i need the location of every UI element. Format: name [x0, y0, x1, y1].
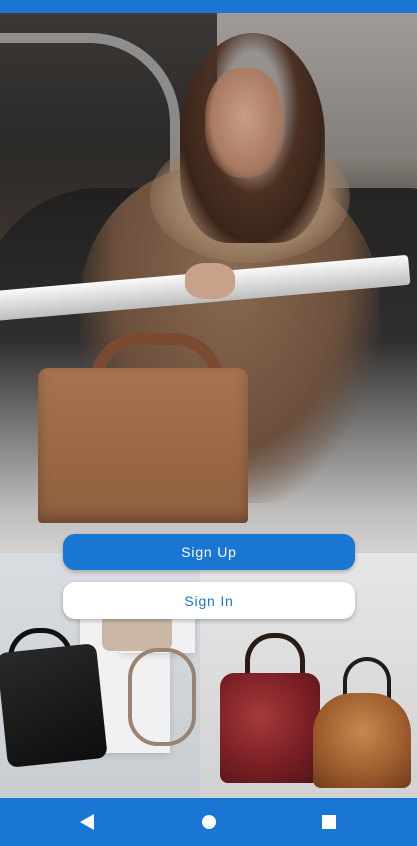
recents-button[interactable]	[299, 798, 359, 846]
home-circle-icon	[202, 815, 216, 829]
android-navigation-bar	[0, 798, 417, 846]
red-tapestry-handbag	[220, 673, 320, 783]
tan-tapestry-handbag	[313, 693, 411, 788]
back-button[interactable]	[57, 798, 117, 846]
signin-button[interactable]: Sign In	[63, 582, 355, 619]
black-handbag	[0, 643, 108, 768]
recents-square-icon	[322, 815, 336, 829]
home-button[interactable]	[179, 798, 239, 846]
status-bar	[0, 0, 417, 13]
back-triangle-icon	[80, 814, 94, 830]
signup-button[interactable]: Sign Up	[63, 534, 355, 570]
hero-image-woman-with-handbag	[0, 13, 417, 553]
